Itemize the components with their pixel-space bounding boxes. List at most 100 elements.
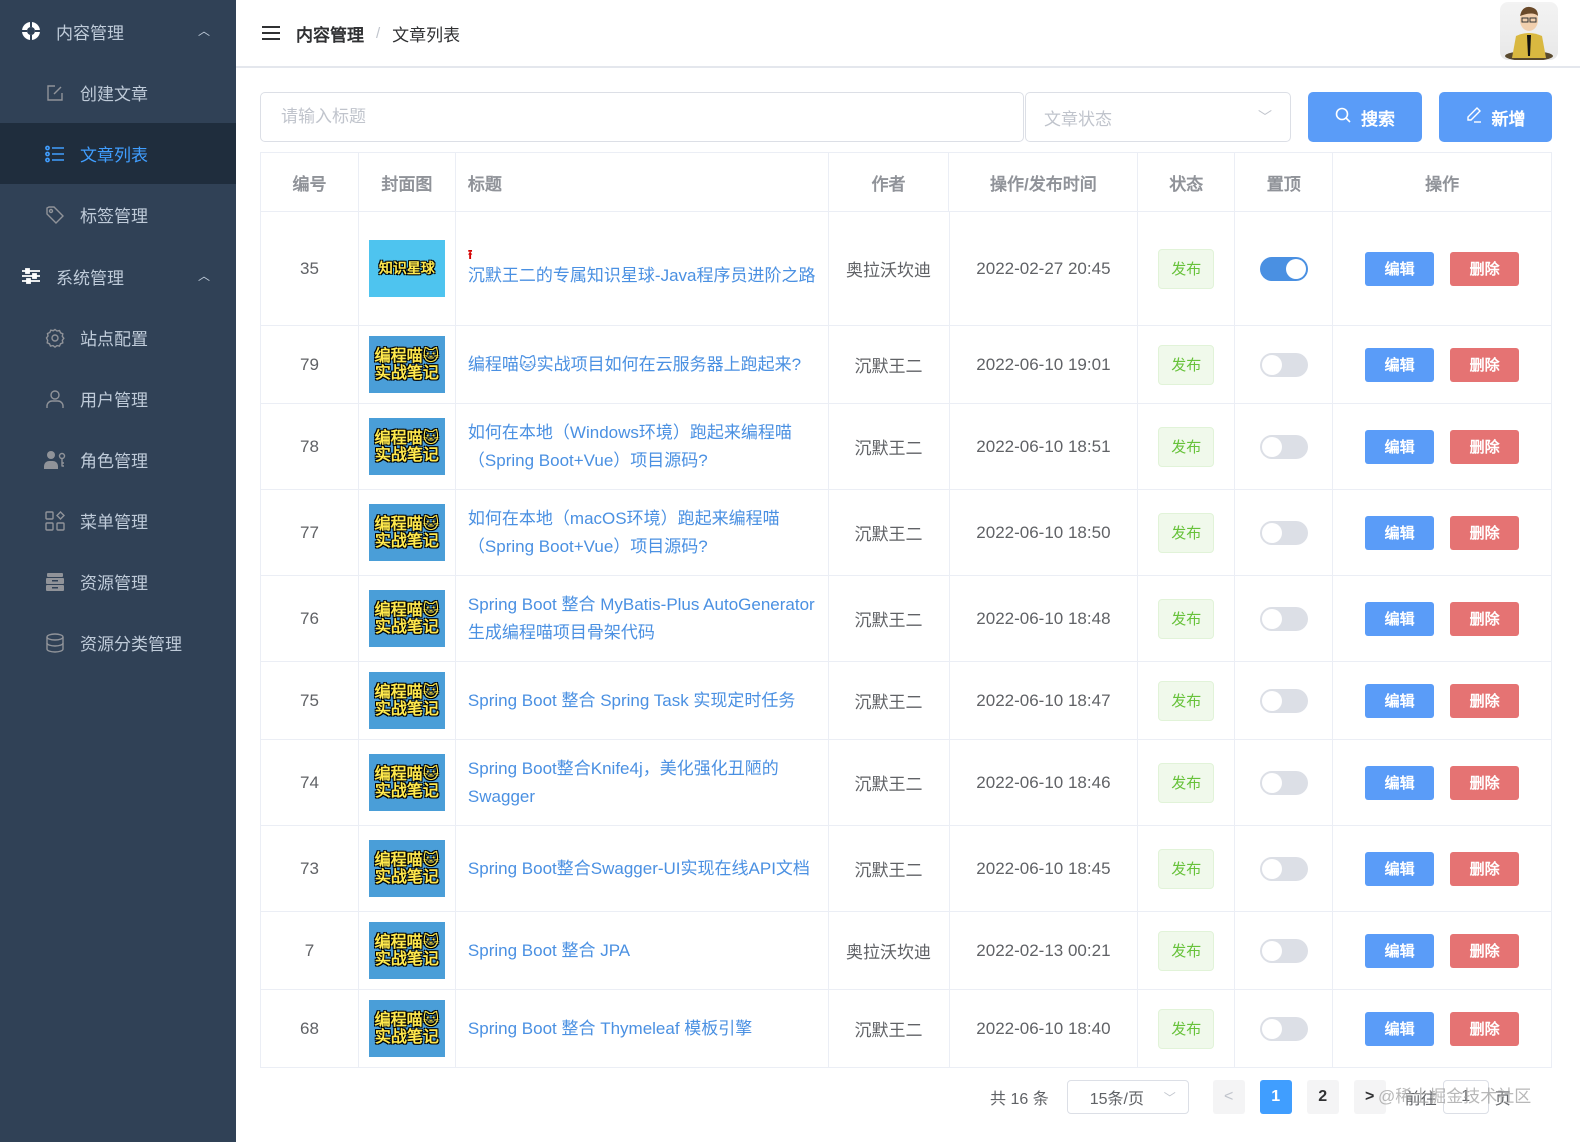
sidebar-item-article-list[interactable]: 文章列表 — [0, 123, 236, 184]
page-button-2[interactable]: 2 — [1306, 1080, 1339, 1114]
cell-time: 2022-06-10 18:51 — [950, 404, 1139, 489]
article-title-link[interactable]: Spring Boot 整合 JPA — [468, 941, 630, 960]
breadcrumb-item-content[interactable]: 内容管理 — [296, 21, 364, 46]
article-title-link[interactable]: 编程喵🐱实战项目如何在云服务器上跑起来? — [468, 355, 801, 374]
article-title-link[interactable]: Spring Boot整合Knife4j，美化强化丑陋的Swagger — [468, 759, 779, 806]
edit-button[interactable]: 编辑 — [1365, 1011, 1435, 1046]
sidebar-item-site-config[interactable]: 站点配置 — [0, 307, 236, 368]
top-toggle-switch[interactable] — [1259, 856, 1308, 881]
delete-button[interactable]: 删除 — [1450, 515, 1520, 550]
edit-button[interactable]: 编辑 — [1365, 683, 1435, 718]
top-toggle-switch[interactable] — [1259, 434, 1308, 459]
sidebar-item-role-management[interactable]: 角色管理 — [0, 429, 236, 490]
hamburger-toggle-icon[interactable] — [262, 26, 280, 40]
article-title-link[interactable]: 如何在本地（Windows环境）跑起来编程喵（Spring Boot+Vue）项… — [468, 423, 792, 470]
article-title-link[interactable]: Spring Boot 整合 Thymeleaf 模板引擎 — [468, 1019, 752, 1038]
sidebar-item-tag-management[interactable]: 标签管理 — [0, 184, 236, 245]
cell-actions: 编辑 删除 — [1333, 912, 1552, 989]
chevron-up-icon: ︿ — [197, 24, 210, 38]
page-size-select[interactable]: 15条/页 ﹀ — [1066, 1080, 1189, 1114]
top-toggle-switch[interactable] — [1259, 688, 1308, 713]
top-toggle-switch[interactable] — [1259, 938, 1308, 963]
database-icon — [44, 632, 66, 654]
edit-button[interactable]: 编辑 — [1365, 601, 1435, 636]
chevron-down-icon: ﹀ — [1163, 1090, 1176, 1105]
delete-button[interactable]: 删除 — [1450, 347, 1520, 382]
edit-button[interactable]: 编辑 — [1365, 765, 1435, 800]
delete-button[interactable]: 删除 — [1450, 683, 1520, 718]
cell-top — [1235, 404, 1334, 489]
user-avatar[interactable] — [1500, 2, 1558, 60]
article-title-link[interactable]: 沉默王二的专属知识星球-Java程序员进阶之路 — [468, 266, 816, 285]
sidebar-item-resource-category[interactable]: 资源分类管理 — [0, 612, 236, 673]
table-row: 75 编程喵🐱 实战笔记 Spring Boot 整合 Spring Task 实现定… — [261, 662, 1552, 740]
delete-button[interactable]: 删除 — [1450, 1011, 1520, 1046]
top-toggle-switch[interactable] — [1259, 770, 1308, 795]
edit-button[interactable]: 编辑 — [1365, 429, 1435, 464]
column-header-time: 操作/发布时间 — [949, 153, 1139, 211]
article-title-link[interactable]: Spring Boot 整合 MyBatis-Plus AutoGenerato… — [468, 595, 815, 642]
next-page-button[interactable]: > — [1353, 1080, 1386, 1114]
edit-button[interactable]: 编辑 — [1365, 933, 1435, 968]
delete-button[interactable]: 删除 — [1450, 601, 1520, 636]
sidebar-group-label: 内容管理 — [56, 23, 124, 43]
cell-title: Spring Boot 整合 JPA — [456, 912, 829, 989]
article-title-link[interactable]: Spring Boot 整合 Spring Task 实现定时任务 — [468, 691, 796, 710]
column-header-actions: 操作 — [1333, 153, 1552, 211]
delete-button[interactable]: 删除 — [1450, 933, 1520, 968]
delete-button[interactable]: 删除 — [1450, 765, 1520, 800]
goto-page-input[interactable]: 1 — [1442, 1080, 1489, 1114]
cell-id: 68 — [261, 990, 359, 1067]
search-button[interactable]: 搜索 — [1308, 92, 1422, 142]
sidebar: 内容管理 ︿ 创建文章 文章列表 标签管理 系统管理 ︿ 站点配置 用户管理 角… — [0, 0, 236, 1142]
edit-button[interactable]: 编辑 — [1365, 347, 1435, 382]
cover-text-line2: 实战笔记 — [374, 782, 439, 800]
table-row: 7 编程喵🐱 实战笔记 Spring Boot 整合 JPA 奥拉沃坎迪 2022-02-… — [261, 912, 1552, 990]
top-toggle-switch[interactable] — [1259, 256, 1308, 281]
cell-top — [1235, 826, 1334, 911]
sidebar-item-create-article[interactable]: 创建文章 — [0, 62, 236, 123]
switch-knob — [1261, 690, 1282, 711]
status-badge: 发布 — [1158, 930, 1215, 971]
cell-time: 2022-06-10 18:50 — [950, 490, 1139, 575]
top-toggle-switch[interactable] — [1259, 520, 1308, 545]
cover-image: 编程喵🐱 实战笔记 — [368, 590, 445, 647]
cell-author: 沉默王二 — [829, 740, 950, 825]
article-status-select[interactable]: 文章状态 ﹀ — [1025, 92, 1291, 142]
switch-knob — [1261, 436, 1282, 457]
sidebar-group-system[interactable]: 系统管理 ︿ — [0, 245, 236, 307]
edit-button[interactable]: 编辑 — [1365, 851, 1435, 886]
add-article-button[interactable]: 新增 — [1439, 92, 1552, 142]
table-row: 74 编程喵🐱 实战笔记 Spring Boot整合Knife4j，美化强化丑陋的Sw… — [261, 740, 1552, 826]
top-toggle-switch[interactable] — [1259, 352, 1308, 377]
cover-text-line2: 实战笔记 — [374, 950, 439, 968]
page-button-1[interactable]: 1 — [1259, 1080, 1292, 1114]
status-badge: 发布 — [1158, 426, 1215, 467]
article-title-link[interactable]: Spring Boot整合Swagger-UI实现在线API文档 — [468, 859, 810, 878]
tag-icon — [44, 204, 66, 226]
delete-button[interactable]: 删除 — [1450, 429, 1520, 464]
sidebar-item-user-management[interactable]: 用户管理 — [0, 368, 236, 429]
article-title-link[interactable]: 如何在本地（macOS环境）跑起来编程喵（Spring Boot+Vue）项目源… — [468, 509, 780, 556]
delete-button[interactable]: 删除 — [1450, 851, 1520, 886]
cell-cover: 编程喵🐱 实战笔记 — [359, 740, 456, 825]
sidebar-group-content[interactable]: 内容管理 ︿ — [0, 0, 236, 62]
cell-actions: 编辑 删除 — [1333, 990, 1552, 1067]
cell-author: 沉默王二 — [829, 404, 950, 489]
edit-button[interactable]: 编辑 — [1365, 251, 1435, 286]
top-toggle-switch[interactable] — [1259, 606, 1308, 631]
top-toggle-switch[interactable] — [1259, 1016, 1308, 1041]
title-search-input[interactable] — [260, 92, 1024, 142]
sidebar-item-menu-management[interactable]: 菜单管理 — [0, 490, 236, 551]
table-row: 68 编程喵🐱 实战笔记 Spring Boot 整合 Thymeleaf 模板引擎沉… — [261, 990, 1552, 1068]
menu-grid-icon — [44, 510, 66, 532]
prev-page-button[interactable]: < — [1212, 1080, 1245, 1114]
cell-title: 如何在本地（macOS环境）跑起来编程喵（Spring Boot+Vue）项目源… — [456, 490, 829, 575]
sidebar-item-resource-management[interactable]: 资源管理 — [0, 551, 236, 612]
cell-title: Spring Boot 整合 Spring Task 实现定时任务 — [456, 662, 829, 739]
table-row: 77 编程喵🐱 实战笔记 如何在本地（macOS环境）跑起来编程喵（Spring Bo… — [261, 490, 1552, 576]
pagination-total: 共 16 条 — [990, 1091, 1049, 1108]
delete-button[interactable]: 删除 — [1450, 251, 1520, 286]
edit-button[interactable]: 编辑 — [1365, 515, 1435, 550]
cabinet-icon — [44, 571, 66, 593]
